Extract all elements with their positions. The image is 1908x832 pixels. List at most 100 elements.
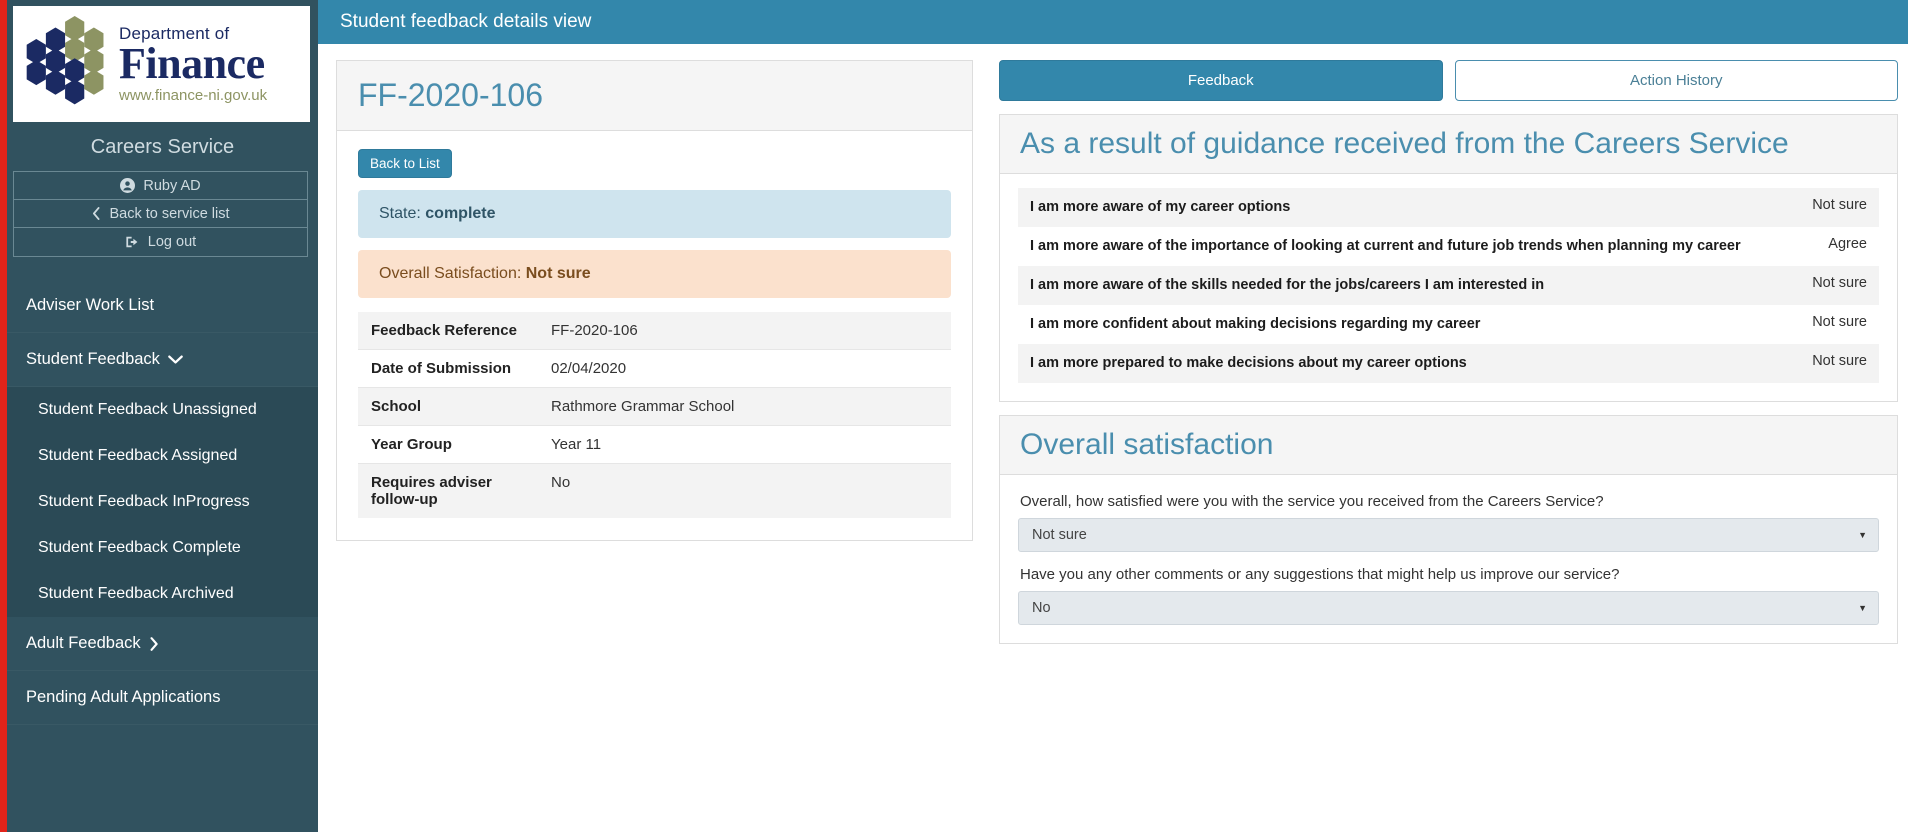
sidebar-item-student-feedback-inprogress[interactable]: Student Feedback InProgress [7,479,318,525]
sidebar-item-student-feedback-complete[interactable]: Student Feedback Complete [7,525,318,571]
question-text: I am more aware of the importance of loo… [1030,238,1741,255]
question-text: I am more aware of my career options [1030,199,1291,215]
detail-key: School [358,387,538,426]
top-bar: Student feedback details view [318,0,1908,44]
table-row: School Rathmore Grammar School [358,387,951,426]
table-row: I am more confident about making decisio… [1018,305,1879,345]
detail-key: Date of Submission [358,349,538,388]
question-text: I am more aware of the skills needed for… [1030,277,1545,294]
sidebar-subitem-label: Student Feedback Archived [38,585,234,602]
sidebar-subitem-label: Student Feedback Unassigned [38,401,257,418]
overall-satisfaction-banner: Overall Satisfaction: Not sure [358,250,951,298]
comments-select[interactable]: No ▼ [1018,591,1879,626]
state-label: State: [379,205,421,222]
state-banner: State: complete [358,190,951,238]
table-row: I am more aware of the importance of loo… [1018,227,1879,267]
table-row: Feedback Reference FF-2020-106 [358,312,951,350]
logo-name: Finance [119,38,265,88]
tab-action-history[interactable]: Action History [1454,60,1898,101]
sidebar-subitem-label: Student Feedback Complete [38,539,241,556]
sidebar-item-student-feedback[interactable]: Student Feedback [7,333,318,387]
overall-satisfaction-label: Overall Satisfaction: [379,265,522,282]
table-row: Year Group Year 11 [358,425,951,464]
detail-key: Feedback Reference [371,322,517,339]
back-to-list-button[interactable]: Back to List [358,149,452,178]
feedback-detail-column: Feedback Action History As a result of g… [999,60,1898,645]
feedback-details-table: Feedback Reference FF-2020-106 Date of S… [358,312,951,518]
guidance-section-header: As a result of guidance received from th… [1000,115,1897,174]
sidebar-subitem-label: Student Feedback Assigned [38,447,238,464]
chevron-right-icon [149,636,159,651]
log-out-label: Log out [147,234,197,250]
back-to-service-list-button[interactable]: Back to service list [14,200,307,228]
feedback-summary-panel: FF-2020-106 Back to List State: complete… [336,60,973,541]
sidebar-item-adult-feedback[interactable]: Adult Feedback [7,617,318,671]
detail-key: Year Group [358,425,538,464]
page-title: Student feedback details view [340,11,592,32]
detail-value: 02/04/2020 [538,349,951,388]
sidebar: Department of Finance www.finance-ni.gov… [0,0,318,832]
table-row: Date of Submission 02/04/2020 [358,349,951,388]
sidebar-item-label: Student Feedback [26,350,160,368]
chevron-down-icon [168,355,183,365]
table-row: I am more prepared to make decisions abo… [1018,344,1879,384]
chevron-down-icon: ▼ [1858,603,1867,614]
feedback-reference-title: FF-2020-106 [358,77,543,113]
chevron-left-icon [91,207,101,220]
tab-bar: Feedback Action History [999,60,1898,101]
logout-icon [125,235,140,249]
sidebar-item-label: Adviser Work List [26,296,155,314]
sidebar-nav: Adviser Work List Student Feedback Stude… [7,279,318,725]
answer-value: Not sure [1812,275,1867,292]
answer-value: Not sure [1812,197,1867,213]
logo-url: www.finance-ni.gov.uk [119,87,268,105]
user-icon [120,178,136,193]
overall-satisfaction-value: Not sure [525,265,591,282]
satisfaction-select[interactable]: Not sure ▼ [1018,518,1879,553]
content-area: FF-2020-106 Back to List State: complete… [318,44,1908,832]
guidance-section: As a result of guidance received from th… [999,114,1898,403]
user-actions-block: Ruby AD Back to service list Log out [13,171,308,257]
satisfaction-select-value: Not sure [1032,527,1087,544]
sidebar-item-adviser-work-list[interactable]: Adviser Work List [7,279,318,333]
sidebar-item-student-feedback-assigned[interactable]: Student Feedback Assigned [7,433,318,479]
table-row: I am more aware of my career options Not… [1018,188,1879,228]
chevron-down-icon: ▼ [1858,530,1867,541]
department-logo: Department of Finance www.finance-ni.gov… [13,6,310,122]
answer-value: Not sure [1812,353,1867,370]
detail-key: Requires adviser follow-up [358,463,538,518]
overall-satisfaction-body: Overall, how satisfied were you with the… [1000,475,1897,643]
log-out-button[interactable]: Log out [14,228,307,256]
question-text: I am more confident about making decisio… [1030,316,1481,333]
overall-satisfaction-header: Overall satisfaction [1000,416,1897,476]
sidebar-item-student-feedback-archived[interactable]: Student Feedback Archived [7,571,318,617]
feedback-summary-body: Back to List State: complete Overall Sat… [337,131,972,540]
satisfaction-question-label: Overall, how satisfied were you with the… [1020,493,1604,511]
user-profile-label: Ruby AD [143,177,201,194]
student-feedback-submenu: Student Feedback Unassigned Student Feed… [7,387,318,617]
sidebar-item-student-feedback-unassigned[interactable]: Student Feedback Unassigned [7,387,318,433]
tab-feedback[interactable]: Feedback [999,60,1443,101]
service-title: Careers Service [90,136,235,158]
hexagon-logo-icon [19,16,115,112]
guidance-section-body: I am more aware of my career options Not… [1000,174,1897,401]
back-to-service-list-label: Back to service list [109,205,230,222]
sidebar-item-label: Adult Feedback [26,634,141,652]
guidance-heading: As a result of guidance received from th… [1020,127,1789,160]
feedback-summary-header: FF-2020-106 [337,61,972,131]
sidebar-item-label: Pending Adult Applications [26,688,221,706]
overall-satisfaction-heading: Overall satisfaction [1020,428,1274,462]
answer-value: Not sure [1812,314,1867,331]
main-region: Student feedback details view FF-2020-10… [318,0,1908,832]
question-text: I am more prepared to make decisions abo… [1030,355,1467,372]
state-value: complete [425,205,496,222]
feedback-summary-column: FF-2020-106 Back to List State: complete… [336,60,973,541]
application-root: Department of Finance www.finance-ni.gov… [0,0,1908,832]
user-profile-button[interactable]: Ruby AD [14,172,307,200]
answer-value: Agree [1828,236,1867,253]
overall-satisfaction-section: Overall satisfaction Overall, how satisf… [999,415,1898,645]
sidebar-item-pending-adult-applications[interactable]: Pending Adult Applications [7,671,318,725]
detail-value: No [538,463,951,518]
sidebar-subitem-label: Student Feedback InProgress [38,493,250,510]
comments-select-value: No [1032,600,1051,617]
